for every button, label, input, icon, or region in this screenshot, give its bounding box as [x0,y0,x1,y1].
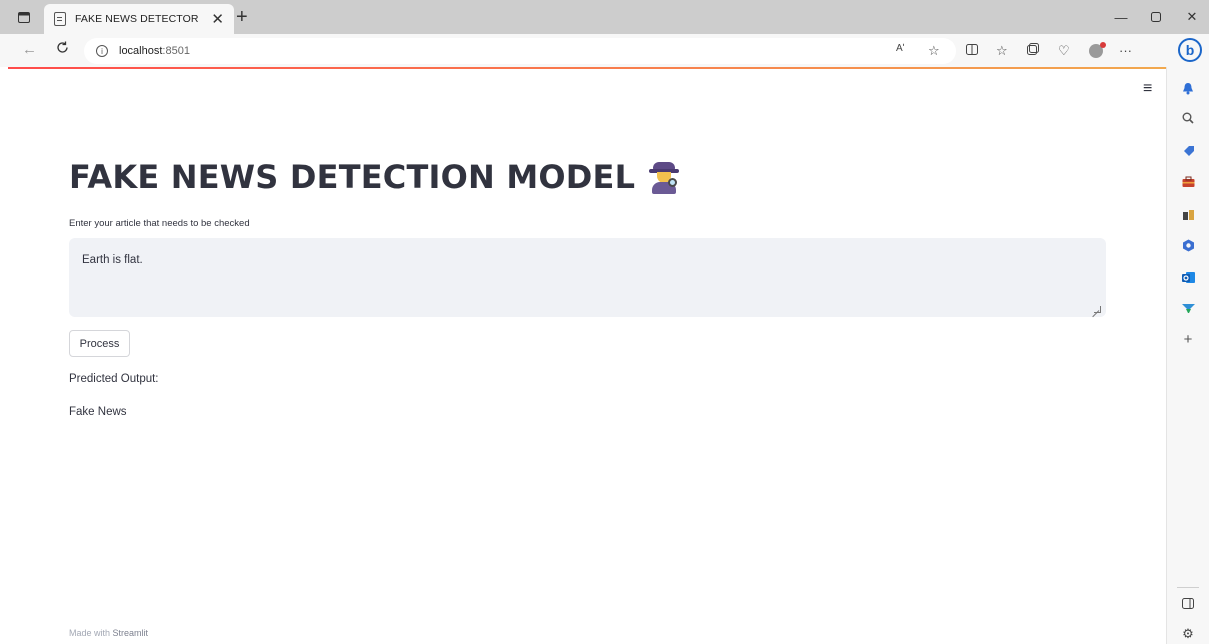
refresh-icon[interactable] [56,41,69,58]
settings-icon[interactable]: ⚙ [1180,626,1196,642]
minimize-icon[interactable]: — [1113,9,1129,25]
page-title: FAKE NEWS DETECTION MODEL [69,158,680,196]
resize-handle-icon[interactable] [1094,306,1101,313]
close-window-icon[interactable]: ✕ [1184,9,1200,25]
chess-icon[interactable] [1180,206,1196,222]
predicted-output-value: Fake News [69,406,127,418]
main-menu-icon[interactable]: ≡ [1143,80,1152,98]
toolbox-icon[interactable] [1180,174,1196,190]
more-options-icon[interactable]: ··· [1119,43,1132,58]
sidebar-divider [1177,587,1199,588]
address-bar[interactable]: i localhost:8501 [84,38,956,64]
tab-title: FAKE NEWS DETECTOR [75,13,199,25]
detective-emoji-icon [649,160,680,194]
article-input-label: Enter your article that needs to be chec… [69,218,250,229]
browser-sidebar: + ⚙ [1166,67,1209,644]
browser-tab[interactable]: FAKE NEWS DETECTOR ✕ [44,4,234,34]
article-textarea[interactable]: Earth is flat. [69,238,1106,317]
sidebar-panel-icon[interactable] [1180,595,1196,611]
tab-actions-icon[interactable] [16,9,32,25]
tag-icon[interactable] [1180,142,1196,158]
browser-tab-bar: FAKE NEWS DETECTOR ✕ + — ✕ [0,0,1209,34]
browser-essentials-icon[interactable]: ♡ [1058,43,1070,59]
footer-brand-link[interactable]: Streamlit [113,628,149,638]
footer-prefix: Made with [69,628,111,638]
profile-avatar[interactable] [1089,42,1106,58]
restore-icon[interactable] [1148,9,1164,25]
close-tab-icon[interactable]: ✕ [211,10,224,28]
collections-icon[interactable] [1027,43,1039,58]
outlook-icon[interactable] [1180,269,1196,285]
favorites-icon[interactable]: ☆ [996,43,1008,59]
article-textarea-value: Earth is flat. [82,254,143,266]
streamlit-header-decoration [8,67,1166,69]
page-title-text: FAKE NEWS DETECTION MODEL [69,158,636,196]
search-icon[interactable] [1180,110,1196,126]
browser-toolbar: ← i localhost:8501 Aʹ ☆ ☆ ♡ ··· [0,34,1209,67]
back-icon[interactable]: ← [22,41,37,58]
favorite-star-icon[interactable]: ☆ [928,43,940,59]
bing-copilot-icon[interactable]: b [1178,38,1202,62]
process-button[interactable]: Process [69,330,130,357]
predicted-output-label: Predicted Output: [69,373,159,385]
office-icon[interactable] [1180,237,1196,253]
add-icon[interactable]: + [1180,331,1196,348]
page-favicon-icon [54,12,66,26]
split-screen-icon[interactable] [966,43,978,58]
filter-icon[interactable] [1180,300,1196,316]
read-aloud-icon[interactable]: Aʹ [896,43,905,54]
new-tab-icon[interactable]: + [236,6,248,29]
site-info-icon[interactable]: i [96,45,108,57]
footer-credit: Made with Streamlit [69,628,148,638]
url-text: localhost:8501 [119,45,190,57]
bell-icon[interactable] [1180,80,1196,96]
